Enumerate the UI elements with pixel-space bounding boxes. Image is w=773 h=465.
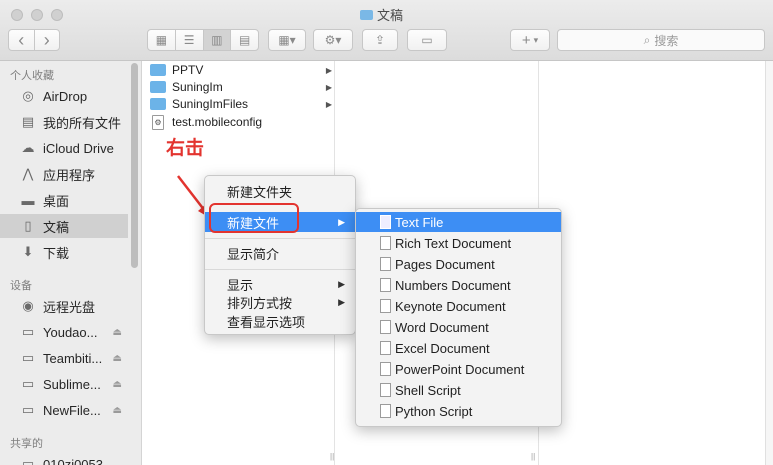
menu-item-get-info[interactable]: 显示简介 bbox=[205, 243, 355, 263]
new-file-submenu: Text File Rich Text Document Pages Docum… bbox=[355, 208, 562, 427]
excel-file-icon bbox=[380, 341, 391, 355]
menu-item-view-options[interactable]: 查看显示选项 bbox=[205, 311, 355, 331]
menu-item-python-script[interactable]: Python Script bbox=[356, 401, 561, 421]
menu-separator bbox=[205, 238, 355, 239]
submenu-arrow-icon: ▶ bbox=[338, 278, 345, 289]
menu-item-powerpoint-document[interactable]: PowerPoint Document bbox=[356, 359, 561, 379]
pages-file-icon bbox=[380, 257, 391, 271]
menu-item-sort-by[interactable]: 排列方式按 ▶ bbox=[205, 292, 355, 312]
menu-item-rich-text-document[interactable]: Rich Text Document bbox=[356, 233, 561, 253]
powerpoint-file-icon bbox=[380, 362, 391, 376]
annotation-highlight-box bbox=[209, 203, 299, 233]
menu-item-view[interactable]: 显示 ▶ bbox=[205, 274, 355, 294]
menu-separator bbox=[205, 269, 355, 270]
finder-window: 文稿 ‹ › ▦ ☰ ▥ ▤ ▦▾ ⚙▾ ⇪ ▭ + ▾ ⌕ 搜索 个人收藏 ◎… bbox=[0, 0, 773, 465]
shell-script-icon bbox=[380, 383, 391, 397]
menu-item-numbers-document[interactable]: Numbers Document bbox=[356, 275, 561, 295]
keynote-file-icon bbox=[380, 299, 391, 313]
menu-item-excel-document[interactable]: Excel Document bbox=[356, 338, 561, 358]
menu-item-word-document[interactable]: Word Document bbox=[356, 317, 561, 337]
python-script-icon bbox=[380, 404, 391, 418]
context-menu: 新建文件夹 新建文件 ▶ 显示简介 显示 ▶ 排列方式按 ▶ 查看显示选项 bbox=[204, 175, 356, 335]
submenu-arrow-icon: ▶ bbox=[338, 296, 345, 307]
menu-item-text-file[interactable]: Text File bbox=[356, 212, 561, 232]
menu-item-new-folder[interactable]: 新建文件夹 bbox=[205, 181, 355, 201]
menu-item-keynote-document[interactable]: Keynote Document bbox=[356, 296, 561, 316]
text-file-icon bbox=[380, 215, 391, 229]
menu-item-shell-script[interactable]: Shell Script bbox=[356, 380, 561, 400]
word-file-icon bbox=[380, 320, 391, 334]
numbers-file-icon bbox=[380, 278, 391, 292]
submenu-arrow-icon: ▶ bbox=[338, 216, 345, 227]
menu-item-pages-document[interactable]: Pages Document bbox=[356, 254, 561, 274]
rtf-file-icon bbox=[380, 236, 391, 250]
